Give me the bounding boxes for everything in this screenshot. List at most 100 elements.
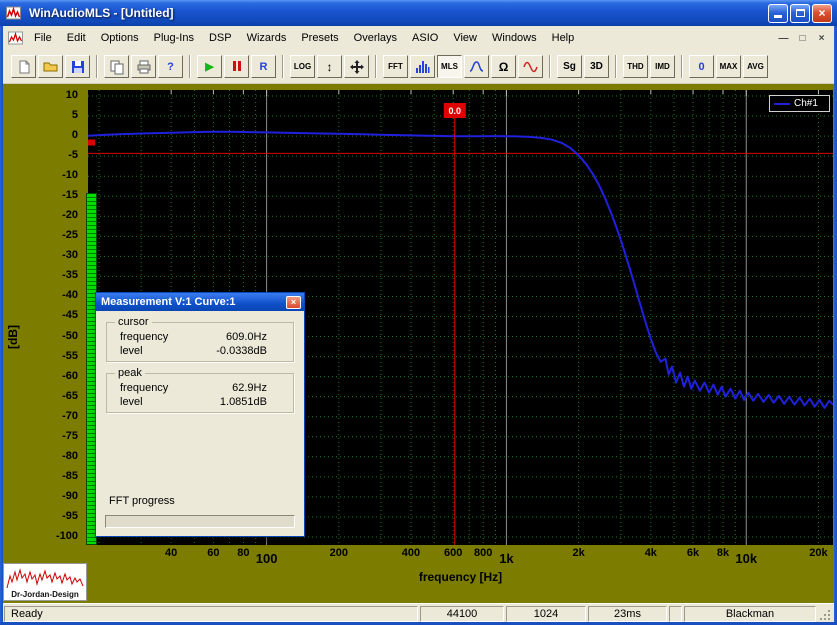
toolbar-separator [96,55,98,78]
imd-button[interactable]: IMD [650,55,675,78]
open-button[interactable] [38,55,63,78]
new-button[interactable] [11,55,36,78]
weighting-curve-icon [469,59,484,74]
toolbar-separator [681,55,683,78]
mls-button[interactable]: MLS [437,55,462,78]
up-down-arrow-icon: ↕ [327,60,333,74]
menu-item-options[interactable]: Options [94,29,146,47]
zero-button[interactable]: 0 [689,55,714,78]
mdi-restore-button[interactable]: □ [794,31,811,46]
avg-button[interactable]: AVG [743,55,768,78]
status-message: Ready [4,606,418,622]
y-tick-label: -95 [62,510,78,522]
logo-waveform-icon [6,566,84,590]
open-folder-icon [43,59,59,75]
three-d-button[interactable]: 3D [584,55,609,78]
toolbar-separator [549,55,551,78]
menu-item-plugins[interactable]: Plug-Ins [147,29,201,47]
y-tick-label: -65 [62,390,78,402]
record-label: R [260,61,268,73]
menu-item-dsp[interactable]: DSP [202,29,239,47]
menu-item-edit[interactable]: Edit [60,29,93,47]
resize-grip[interactable] [818,606,833,622]
y-tick-label: -10 [62,169,78,181]
y-tick-label: -50 [62,330,78,342]
spectrum-button[interactable] [410,55,435,78]
peak-level-value: 1.0851dB [220,396,267,408]
printer-icon [136,59,152,75]
document-icon [7,30,24,46]
copy-button[interactable] [104,55,129,78]
peak-group: peak frequency 62.9Hz level 1.0851dB [106,373,294,413]
sg-label: Sg [563,61,576,72]
peak-frequency-value: 62.9Hz [232,382,267,394]
vendor-logo: Dr-Jordan-Design [3,563,87,601]
help-icon: ? [167,61,174,73]
y-tick-label: -55 [62,350,78,362]
fft-button[interactable]: FFT [383,55,408,78]
app-icon [5,5,22,21]
save-button[interactable] [65,55,90,78]
cursor-group: cursor frequency 609.0Hz level -0.0338dB [106,322,294,362]
menu-item-help[interactable]: Help [545,29,582,47]
y-tick-label: -100 [56,530,78,542]
menu-item-wizards[interactable]: Wizards [240,29,294,47]
menu-bar: File Edit Options Plug-Ins DSP Wizards P… [3,26,834,50]
y-tick-label: -15 [62,189,78,201]
menu-item-asio[interactable]: ASIO [405,29,445,47]
peak-frequency-row: frequency 62.9Hz [107,381,293,395]
thd-button[interactable]: THD [623,55,648,78]
window-controls: × [768,4,832,23]
status-latency: 23ms [588,606,667,622]
move-cross-icon [349,59,365,75]
status-samplerate: 44100 [420,606,504,622]
log-label: LOG [294,62,311,71]
menu-item-presets[interactable]: Presets [294,29,345,47]
svg-text:0.0: 0.0 [449,106,462,116]
menu-item-file[interactable]: File [27,29,59,47]
help-button[interactable]: ? [158,55,183,78]
spectrogram-button[interactable]: Sg [557,55,582,78]
maximize-button[interactable] [790,4,810,23]
cursor-frequency-row: frequency 609.0Hz [107,330,293,344]
pause-button[interactable] [224,55,249,78]
mdi-minimize-button[interactable]: — [775,31,792,46]
print-button[interactable] [131,55,156,78]
peak-group-label: peak [115,367,145,379]
impedance-button[interactable]: Ω [491,55,516,78]
measurement-dialog[interactable]: Measurement V:1 Curve:1 × cursor frequen… [95,292,305,537]
menu-item-view[interactable]: View [446,29,484,47]
play-button[interactable]: ▶ [197,55,222,78]
toolbar-separator [282,55,284,78]
sine-curve-icon [523,59,538,74]
mdi-close-button[interactable]: × [813,31,830,46]
x-tick-label: 200 [317,547,361,559]
dialog-title: Measurement V:1 Curve:1 [101,296,286,308]
log-scale-button[interactable]: LOG [290,55,315,78]
peak-frequency-label: frequency [120,382,168,394]
maximize-icon [796,9,805,17]
pan-button[interactable] [344,55,369,78]
menu-item-windows[interactable]: Windows [485,29,544,47]
play-icon: ▶ [205,60,213,73]
dialog-title-bar[interactable]: Measurement V:1 Curve:1 × [96,293,304,311]
max-button[interactable]: MAX [716,55,741,78]
y-tick-label: -20 [62,209,78,221]
vertical-scale-button[interactable]: ↕ [317,55,342,78]
y-tick-label: -25 [62,229,78,241]
save-floppy-icon [70,59,86,75]
dialog-close-button[interactable]: × [286,296,301,309]
record-button[interactable]: R [251,55,276,78]
omega-icon: Ω [499,60,509,74]
mdi-window-controls: — □ × [775,31,830,46]
weighting-button[interactable] [464,55,489,78]
title-bar[interactable]: WinAudioMLS - [Untitled] × [0,0,837,26]
menu-item-overlays[interactable]: Overlays [347,29,404,47]
y-tick-label: -30 [62,249,78,261]
y-tick-label: 10 [66,89,78,101]
signal-curve-button[interactable] [518,55,543,78]
fft-progress-label: FFT progress [109,495,175,507]
close-button[interactable]: × [812,4,832,23]
x-tick-label: 1k [484,551,528,566]
minimize-button[interactable] [768,4,788,23]
